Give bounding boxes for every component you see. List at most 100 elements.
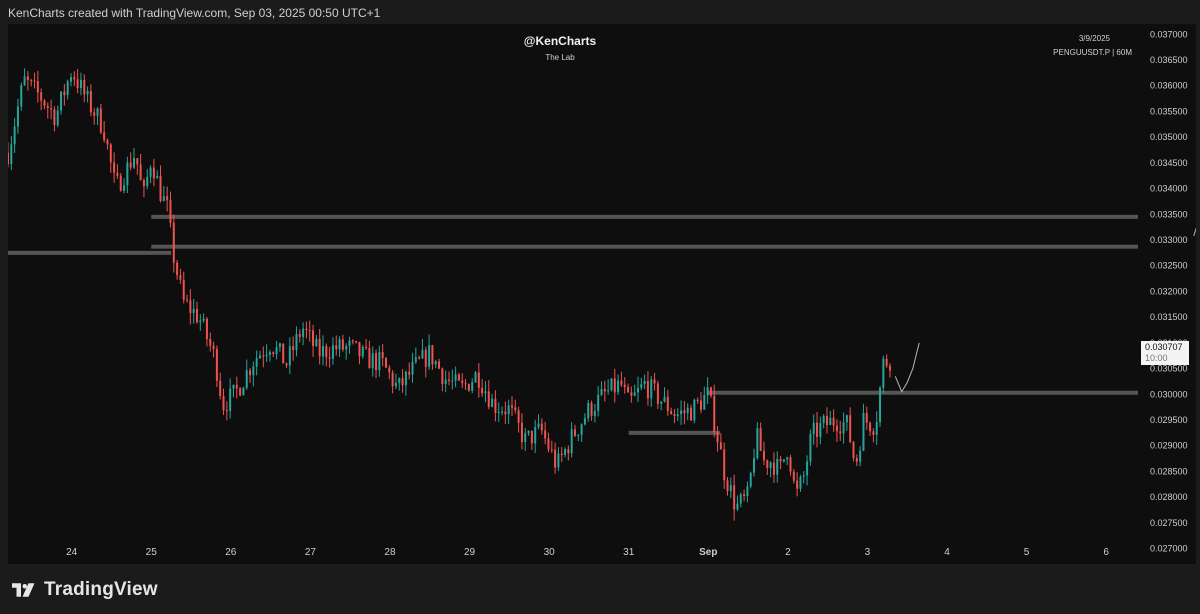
candle-body	[96, 108, 99, 116]
support-resistance-level[interactable]	[628, 430, 721, 435]
candle-body	[222, 396, 225, 411]
candle-body	[796, 480, 799, 489]
projection-drawing[interactable]	[894, 342, 920, 393]
candle-body	[776, 458, 779, 475]
x-tick-label: 31	[623, 547, 635, 558]
candle-body	[504, 411, 507, 415]
candle-body	[401, 378, 404, 386]
x-tick-label: 26	[225, 547, 237, 558]
x-tick-label: 2	[785, 547, 791, 558]
x-tick-label: 24	[66, 547, 78, 558]
candle-body	[607, 390, 610, 392]
chart-author-watermark: @KenCharts	[523, 34, 597, 48]
candle-body	[706, 387, 709, 396]
support-resistance-level[interactable]	[8, 250, 172, 255]
candle-body	[772, 462, 775, 475]
candle-body	[186, 299, 189, 301]
footer-bar	[0, 564, 1200, 614]
candle-body	[507, 405, 510, 415]
time-axis: 24 25 26 27 28 29 30 31 Sep 2 3 4 5 6	[66, 547, 1109, 558]
candle-body	[428, 345, 431, 367]
y-tick-label: 0.031500	[1150, 312, 1188, 322]
candle-body	[690, 407, 693, 421]
candle-body	[152, 167, 155, 179]
projection-drawing[interactable]	[1193, 212, 1196, 279]
y-tick-label: 0.032000	[1150, 286, 1188, 296]
candle-body	[106, 140, 109, 145]
candle-body	[245, 370, 248, 388]
candle-body	[477, 372, 480, 388]
candle-body	[530, 430, 533, 444]
candlestick-chart[interactable]: 0.037000 0.036500 0.036000 0.035500 0.035000…	[8, 24, 1196, 564]
candle-body	[471, 382, 474, 391]
y-tick-label: 0.032500	[1150, 261, 1188, 271]
candle-body	[76, 79, 79, 89]
candle-body	[312, 330, 315, 347]
candle-body	[862, 413, 865, 451]
candle-body	[30, 80, 33, 82]
candle-body	[849, 415, 852, 443]
candle-body	[116, 172, 119, 176]
current-price-value: 0.030707	[1145, 342, 1183, 352]
candle-body	[610, 378, 613, 391]
candle-body	[335, 345, 338, 350]
candle-body	[845, 415, 848, 423]
candle-body	[653, 379, 656, 384]
support-resistance-level[interactable]	[708, 390, 1138, 395]
candle-body	[434, 361, 437, 365]
candle-body	[590, 402, 593, 416]
candle-body	[660, 401, 663, 404]
candle-body	[358, 342, 361, 357]
candle-body	[318, 338, 321, 357]
candle-body	[408, 371, 411, 375]
candle-body	[302, 328, 305, 337]
candle-body	[348, 340, 351, 346]
candle-body	[63, 91, 66, 96]
candle-body	[494, 398, 497, 413]
candle-body	[759, 428, 762, 451]
candle-body	[544, 430, 547, 439]
candle-body	[743, 494, 746, 497]
candle-body	[89, 90, 92, 113]
candle-body	[235, 384, 238, 389]
y-tick-label: 0.027000	[1150, 544, 1188, 554]
candle-body	[146, 176, 149, 187]
support-resistance-level[interactable]	[151, 244, 1138, 249]
y-tick-label: 0.028000	[1150, 492, 1188, 502]
x-tick-label: 29	[464, 547, 476, 558]
candle-body	[176, 262, 179, 276]
candle-body	[570, 429, 573, 454]
current-price-time: 10:00	[1145, 353, 1168, 363]
candle-body	[308, 330, 311, 332]
candle-body	[583, 418, 586, 425]
current-price-tag: 0.030707 10:00	[1141, 341, 1189, 365]
candle-body	[205, 318, 208, 339]
candle-body	[179, 275, 182, 280]
candle-body	[86, 90, 89, 95]
x-tick-label: 25	[146, 547, 158, 558]
chart-panel[interactable]: 0.037000 0.036500 0.036000 0.035500 0.035000…	[8, 24, 1196, 564]
candle-body	[640, 384, 643, 388]
candle-body	[557, 453, 560, 468]
tradingview-logo[interactable]: TradingView	[10, 578, 158, 602]
candle-body	[577, 434, 580, 436]
candle-body	[636, 387, 639, 393]
candle-body	[40, 92, 43, 101]
candle-body	[762, 450, 765, 461]
candle-body	[739, 494, 742, 504]
candle-body	[603, 389, 606, 392]
candle-body	[189, 300, 192, 314]
candle-body	[53, 109, 56, 126]
candle-body	[142, 180, 145, 187]
candle-body	[438, 361, 441, 369]
candle-body	[103, 132, 106, 141]
candle-body	[627, 387, 630, 393]
candle-body	[501, 411, 504, 413]
support-resistance-level[interactable]	[151, 214, 1138, 219]
candle-body	[623, 384, 626, 388]
candle-body	[414, 357, 417, 362]
candle-body	[839, 431, 842, 434]
candle-body	[769, 462, 772, 468]
candle-body	[212, 345, 215, 349]
candle-body	[285, 363, 288, 366]
